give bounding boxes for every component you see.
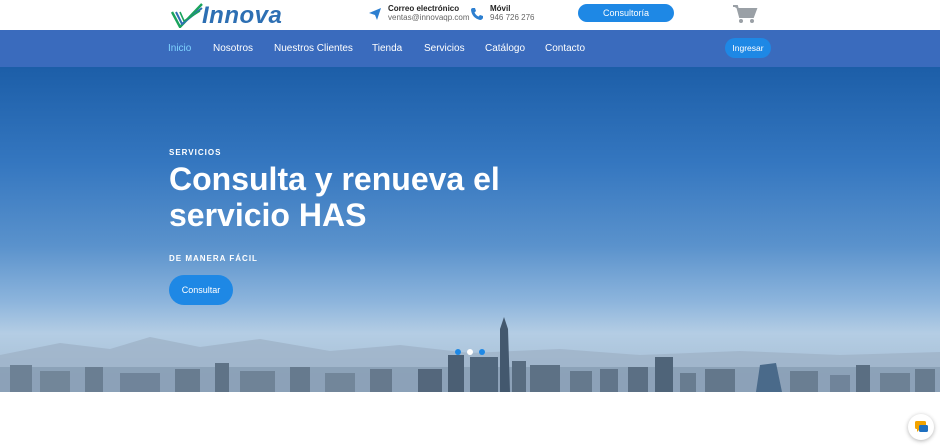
logo-mark-icon — [170, 3, 203, 30]
mobile-contact[interactable]: Móvil 946 726 276 — [470, 4, 535, 23]
hero-slider: SERVICIOS Consulta y renueva el servicio… — [0, 67, 940, 392]
nav-item-catalogo[interactable]: Catálogo — [485, 30, 525, 67]
chat-bubble-icon — [915, 421, 928, 432]
innova-logo[interactable]: Innova — [170, 2, 295, 30]
nav-item-nosotros[interactable]: Nosotros — [213, 30, 253, 67]
chat-widget-button[interactable] — [908, 414, 934, 440]
mobile-value: 946 726 276 — [490, 13, 535, 22]
main-navbar: Inicio Nosotros Nuestros Clientes Tienda… — [0, 30, 940, 67]
hero-headline: Consulta y renueva el servicio HAS — [169, 161, 500, 233]
slider-dot-2[interactable] — [467, 349, 473, 355]
shopping-cart-icon[interactable] — [732, 4, 758, 24]
top-bar: Innova Correo electrónico ventas@innovaq… — [0, 0, 940, 30]
nav-item-contacto[interactable]: Contacto — [545, 30, 585, 67]
paper-plane-icon — [369, 8, 381, 20]
email-value: ventas@innovaqp.com — [388, 13, 470, 22]
nav-item-servicios[interactable]: Servicios — [424, 30, 465, 67]
nav-item-tienda[interactable]: Tienda — [372, 30, 402, 67]
slider-dot-3[interactable] — [479, 349, 485, 355]
email-label: Correo electrónico — [388, 4, 460, 13]
hero-eyebrow: SERVICIOS — [169, 148, 222, 157]
mobile-label: Móvil — [490, 4, 511, 13]
phone-icon — [471, 8, 483, 20]
hero-subline: DE MANERA FÁCIL — [169, 254, 258, 263]
nav-item-nuestros-clientes[interactable]: Nuestros Clientes — [274, 30, 353, 67]
nav-item-inicio[interactable]: Inicio — [168, 30, 191, 67]
logo-text: Innova — [202, 2, 283, 29]
consultar-button[interactable]: Consultar — [169, 275, 233, 305]
email-contact[interactable]: Correo electrónico ventas@innovaqp.com — [368, 4, 470, 23]
login-button[interactable]: Ingresar — [725, 38, 771, 58]
consultoria-button[interactable]: Consultoría — [578, 4, 674, 22]
slider-dot-1[interactable] — [455, 349, 461, 355]
